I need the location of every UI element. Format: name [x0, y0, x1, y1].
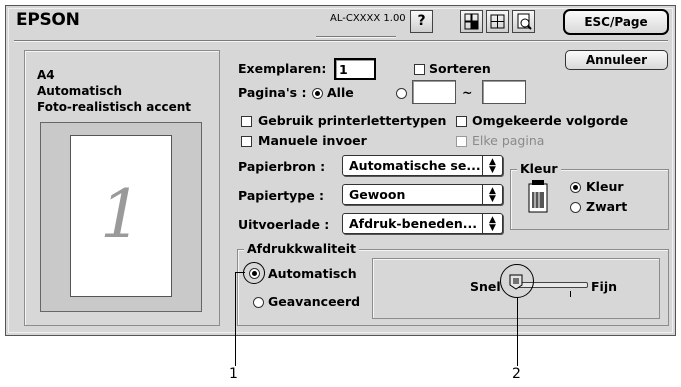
printer-fonts-label: Gebruik printerlettertypen: [258, 113, 447, 128]
collate-checkbox[interactable]: [414, 64, 425, 75]
paper-source-label: Papierbron :: [238, 159, 326, 174]
quality-auto-label: Automatisch: [268, 266, 357, 281]
black-option-label: Zwart: [586, 199, 628, 214]
manual-feed-label: Manuele invoer: [258, 133, 367, 148]
pages-range-radio[interactable]: [396, 88, 407, 99]
slider-right-label: Fijn: [591, 279, 618, 294]
pages-all-label: Alle: [327, 85, 354, 100]
summary-quality: Foto-realistisch accent: [37, 100, 192, 114]
color-radio[interactable]: [570, 182, 581, 193]
callout-2-number: 2: [512, 366, 521, 382]
callout-1-number: 1: [229, 366, 238, 382]
color-option-label: Kleur: [586, 179, 624, 194]
pages-label: Pagina's :: [238, 85, 307, 100]
output-tray-popup[interactable]: Afdruk-beneden... ▲ ▼: [342, 213, 503, 234]
paper-type-popup[interactable]: Gewoon ▲ ▼: [342, 184, 503, 205]
popup-arrows-icon: ▲ ▼: [482, 214, 502, 233]
copies-label: Exemplaren:: [238, 61, 327, 76]
paper-source-popup[interactable]: Automatische se... ▲ ▼: [342, 155, 503, 176]
help-icon[interactable]: ?: [410, 10, 433, 33]
manual-feed-checkbox[interactable]: [241, 136, 252, 147]
quality-auto-radio[interactable]: [249, 268, 260, 279]
collate-label: Sorteren: [429, 61, 491, 76]
paper-source-value: Automatische se...: [349, 158, 481, 173]
output-tray-label: Uitvoerlade :: [238, 217, 330, 232]
model-version: AL-CXXXX 1.00: [330, 13, 406, 24]
print-quality-group-label: Afdrukkwaliteit: [244, 241, 360, 256]
output-tray-value: Afdruk-beneden...: [349, 216, 477, 231]
popup-arrows-icon: ▲ ▼: [482, 156, 502, 175]
copies-input[interactable]: 1: [334, 58, 376, 80]
summary-source: Automatisch: [37, 84, 123, 98]
black-radio[interactable]: [570, 202, 581, 213]
quality-advanced-label: Geavanceerd: [268, 294, 361, 309]
reverse-order-checkbox[interactable]: [456, 116, 467, 127]
pages-to-input[interactable]: [482, 80, 526, 104]
slider-left-label: Snel: [470, 279, 501, 294]
pages-range-separator: ~: [462, 85, 473, 100]
annuleer-button[interactable]: Annuleer: [565, 50, 668, 70]
summary-paper-size: A4: [37, 68, 55, 82]
page-preview: 1: [70, 135, 172, 297]
paper-type-value: Gewoon: [349, 187, 406, 202]
epson-logo: EPSON: [16, 10, 80, 30]
quality-advanced-radio[interactable]: [253, 297, 264, 308]
layout-icon[interactable]: [460, 10, 483, 33]
each-page-label: Elke pagina: [472, 133, 545, 148]
slider-tick: [570, 291, 571, 297]
esc-page-button[interactable]: ESC/Page: [563, 9, 669, 35]
callout-1-tick: [235, 272, 245, 273]
preview-icon[interactable]: [512, 10, 535, 33]
page-preview-number: 1: [100, 176, 142, 253]
slider-thumb[interactable]: [509, 274, 523, 290]
header-divider: [14, 40, 668, 42]
callout-2-line: [517, 297, 518, 366]
popup-arrows-icon: ▲ ▼: [482, 185, 502, 204]
pages-all-radio[interactable]: [312, 88, 323, 99]
ink-cartridge-icon: [525, 178, 551, 214]
printer-fonts-checkbox[interactable]: [241, 116, 252, 127]
reverse-order-label: Omgekeerde volgorde: [472, 113, 629, 128]
model-underline: [316, 36, 396, 38]
utility-icon[interactable]: [486, 10, 509, 33]
callout-1-line: [235, 272, 236, 366]
each-page-checkbox[interactable]: [456, 136, 467, 147]
color-group-label: Kleur: [517, 161, 561, 176]
pages-from-input[interactable]: [412, 80, 456, 104]
paper-type-label: Papiertype :: [238, 188, 325, 203]
